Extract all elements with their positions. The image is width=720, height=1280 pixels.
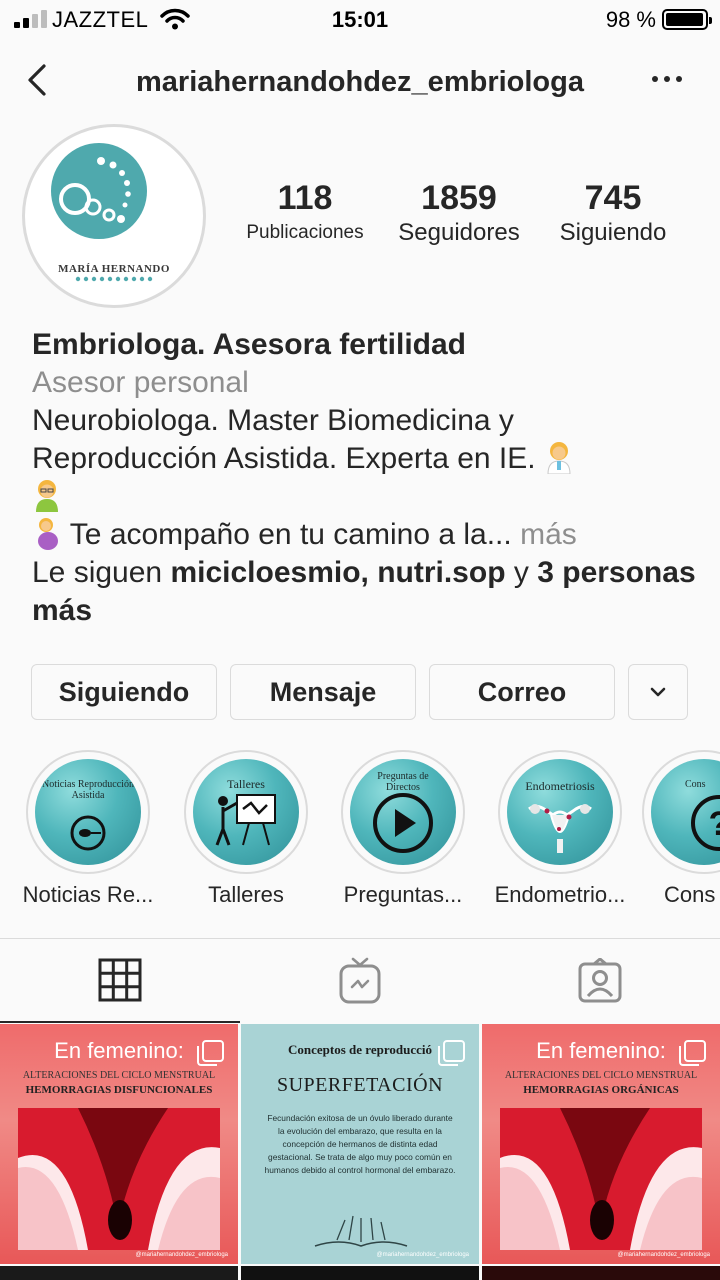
post-thumbnail-partial[interactable] xyxy=(482,1266,720,1280)
suggested-dropdown-button[interactable] xyxy=(628,664,688,720)
chevron-down-icon xyxy=(650,687,666,697)
category-label[interactable]: Asesor personal xyxy=(32,364,702,402)
bio-line-emoji xyxy=(32,478,702,516)
highlight-label: Talleres xyxy=(208,882,284,907)
profile-bio: Embriologa. Asesora fertilidad Asesor pe… xyxy=(32,326,702,630)
stat-followers[interactable]: 1859 Seguidores xyxy=(385,178,533,248)
post-body-text: Fecundación exitosa de un óvulo liberado… xyxy=(264,1113,456,1175)
avatar[interactable]: MARÍA HERNANDO xyxy=(22,124,206,308)
post-image xyxy=(18,1108,220,1250)
post-thumbnail-partial[interactable] xyxy=(0,1266,238,1280)
grid-icon xyxy=(98,958,142,1002)
highlight-label: Preguntas... xyxy=(343,882,463,907)
avatar-logo: MARÍA HERNANDO xyxy=(33,135,195,297)
question-icon: ? xyxy=(691,795,720,851)
tab-tagged[interactable] xyxy=(480,939,720,1023)
play-icon xyxy=(373,793,433,853)
post-credit: @mariahernandohdez_embriologa xyxy=(376,1252,469,1258)
stat-followers-label: Seguidores xyxy=(398,219,520,246)
bio-line-1: Neurobiologa. Master Biomedicina y xyxy=(32,404,514,437)
battery-percent: 98 % xyxy=(605,7,656,32)
post-title: HEMORRAGIAS ORGÁNICAS xyxy=(523,1084,679,1096)
post-subtitle: ALTERACIONES DEL CICLO MENSTRUAL xyxy=(22,1070,216,1081)
followed-by-prefix: Le siguen xyxy=(32,556,163,589)
highlight-endometriosis[interactable]: Endometriosis Endometrio... xyxy=(485,750,635,908)
post-thumbnail[interactable]: En femenino: ALTERACIONES DEL CICLO MENS… xyxy=(482,1024,720,1264)
post-thumbnail-partial[interactable] xyxy=(241,1266,479,1280)
stat-followers-value: 1859 xyxy=(421,179,497,217)
highlight-cover: Preguntas de Directos xyxy=(341,750,465,874)
post-credit: @mariahernandohdez_embriologa xyxy=(135,1252,228,1258)
battery-icon xyxy=(662,9,712,30)
highlight-cover: Endometriosis xyxy=(498,750,622,874)
following-button[interactable]: Siguiendo xyxy=(31,664,217,720)
highlight-label: Noticias Re... xyxy=(22,882,154,907)
stat-posts-label: Publicaciones xyxy=(246,222,364,243)
stat-following-value: 745 xyxy=(584,179,642,217)
carousel-icon xyxy=(197,1040,224,1066)
status-bar: JAZZTEL 15:01 98 % xyxy=(0,0,720,40)
email-button[interactable]: Correo xyxy=(429,664,615,720)
highlight-cover: Talleres xyxy=(184,750,308,874)
post-image xyxy=(500,1108,702,1250)
carousel-icon xyxy=(679,1040,706,1066)
stat-posts[interactable]: 118 Publicaciones xyxy=(230,178,380,248)
followed-by[interactable]: Le siguen micicloesmio, nutri.sop y 3 pe… xyxy=(32,554,702,630)
bio-line-2-text: Reproducción Asistida. Experta en IE. xyxy=(32,442,536,475)
bio-line-3-text: Te acompaño en tu camino a la... xyxy=(69,518,512,551)
carousel-icon xyxy=(438,1040,465,1066)
bio-line-3: Te acompaño en tu camino a la... más xyxy=(32,516,702,554)
post-title: HEMORRAGIAS DISFUNCIONALES xyxy=(25,1084,213,1096)
post-heading: SUPERFETACIÓN xyxy=(276,1074,444,1096)
stat-posts-value: 118 xyxy=(277,179,333,217)
display-name: Embriologa. Asesora fertilidad xyxy=(32,328,466,361)
uterus-icon xyxy=(528,804,592,853)
stat-following-label: Siguiendo xyxy=(559,219,667,246)
message-button[interactable]: Mensaje xyxy=(230,664,416,720)
post-thumbnail[interactable]: En femenino: ALTERACIONES DEL CICLO MENS… xyxy=(0,1024,238,1264)
post-thumbnail[interactable]: Conceptos de reproducció SUPERFETACIÓN F… xyxy=(241,1024,479,1264)
highlight-label: Cons xyxy=(664,882,716,907)
pregnant-woman-emoji-icon xyxy=(38,518,58,550)
highlight-cover: Noticias Reproducción Asistida xyxy=(26,750,150,874)
profile-username: mariahernandohdez_embriologa xyxy=(136,66,584,98)
sperm-egg-icon xyxy=(70,815,106,851)
woman-health-worker-emoji-icon xyxy=(547,442,571,474)
highlight-noticias[interactable]: Noticias Reproducción Asistida Noticias … xyxy=(13,750,163,908)
followed-by-users: micicloesmio, nutri.sop xyxy=(170,556,506,589)
avatar-logo-text: MARÍA HERNANDO xyxy=(58,263,170,275)
svg-text:?: ? xyxy=(709,805,720,843)
tagged-icon xyxy=(578,958,622,1003)
bio-more-link[interactable]: más xyxy=(520,518,577,551)
highlight-preguntas[interactable]: Preguntas de Directos Preguntas... xyxy=(328,750,478,908)
igtv-icon xyxy=(339,957,381,1004)
highlight-label: Endometrio... xyxy=(494,882,626,907)
highlight-cover: Cons ? xyxy=(642,750,720,874)
open-book-icon xyxy=(314,1215,408,1247)
followed-by-joiner: y xyxy=(513,556,529,589)
more-horizontal-icon xyxy=(652,76,658,82)
woman-teacher-emoji-icon xyxy=(36,480,58,512)
highlight-cons[interactable]: Cons ? Cons xyxy=(642,750,720,908)
highlight-talleres[interactable]: Talleres Talleres xyxy=(171,750,321,908)
stat-following[interactable]: 745 Siguiendo xyxy=(540,178,686,248)
more-options-button[interactable] xyxy=(652,76,682,82)
tab-grid[interactable] xyxy=(0,939,240,1023)
presentation-icon xyxy=(215,794,276,846)
post-subtitle: ALTERACIONES DEL CICLO MENSTRUAL xyxy=(504,1070,698,1081)
bio-line-2: Reproducción Asistida. Experta en IE. xyxy=(32,440,702,478)
post-credit: @mariahernandohdez_embriologa xyxy=(617,1252,710,1258)
tab-igtv[interactable] xyxy=(240,939,480,1023)
profile-header: mariahernandohdez_embriologa xyxy=(0,50,720,114)
profile-tabs xyxy=(0,938,720,1024)
